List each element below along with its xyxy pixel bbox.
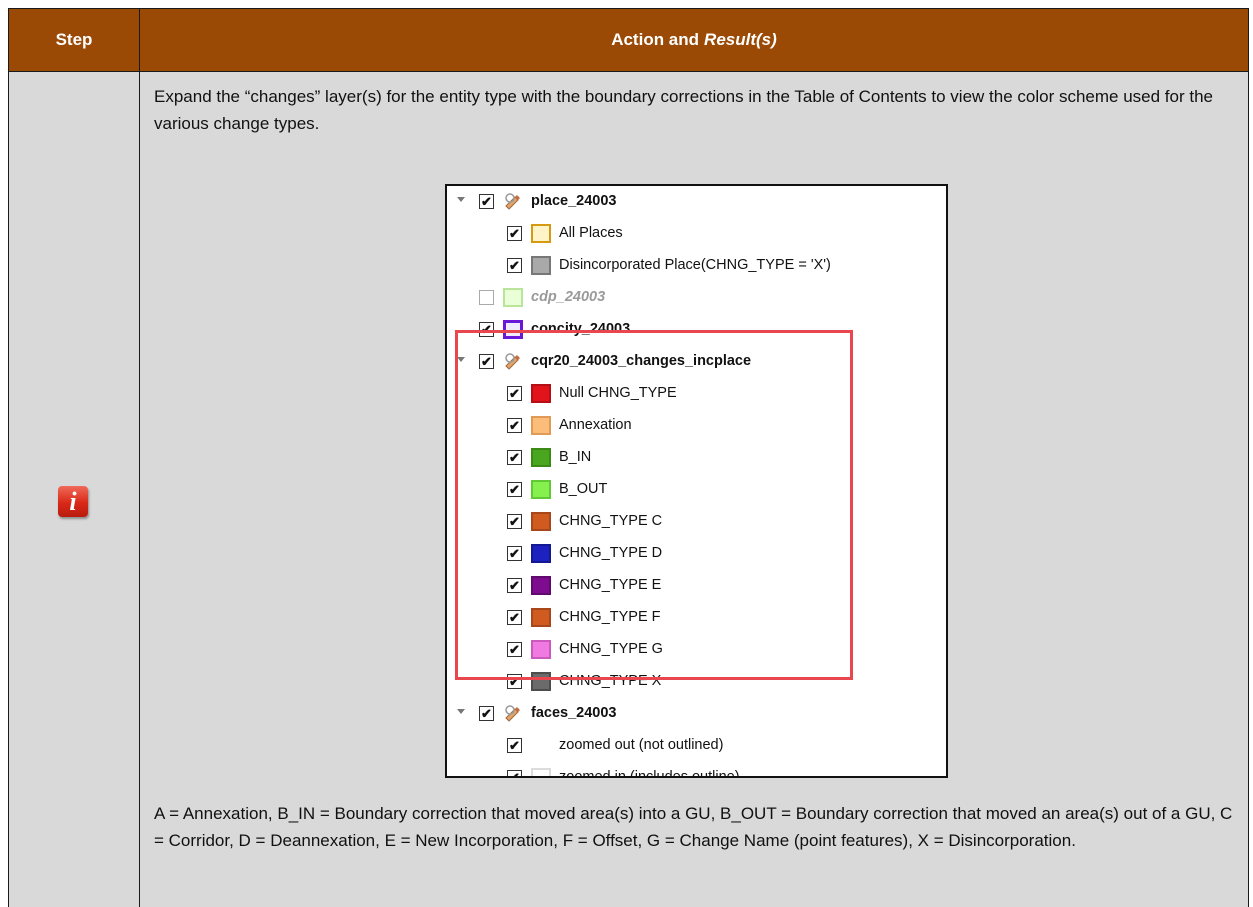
layer-visibility-checkbox[interactable]: ✔: [479, 354, 494, 369]
action-column-header: Action and Result(s): [140, 9, 1248, 71]
toc-label: concity_24003: [531, 321, 631, 337]
legend-swatch: [531, 736, 551, 755]
table-header-row: Step Action and Result(s): [9, 9, 1248, 71]
legend-swatch: [503, 288, 523, 307]
layer-visibility-checkbox[interactable]: ✔: [507, 546, 522, 561]
legend-swatch: [531, 544, 551, 563]
toc-layer-row: ✔ cqr20_24003_changes_incplace: [447, 347, 946, 379]
procedure-table: Step Action and Result(s) i Expand the “…: [8, 8, 1249, 907]
change-type-definitions: A = Annexation, B_IN = Boundary correcti…: [154, 804, 1233, 850]
toc-label: Null CHNG_TYPE: [559, 385, 677, 401]
toc-label: CHNG_TYPE G: [559, 641, 663, 657]
legend-swatch: [531, 640, 551, 659]
legend-swatch: [531, 576, 551, 595]
toc-legend-row: cdp_24003: [447, 283, 946, 315]
legend-swatch: [531, 768, 551, 776]
toc-legend-row: ✔ CHNG_TYPE C: [447, 507, 946, 539]
toc-label: B_OUT: [559, 481, 608, 497]
table-of-contents-screenshot: ✔ zoomed in (includes outline) ✔ zoomed out…: [445, 184, 948, 778]
legend-swatch: [531, 416, 551, 435]
layer-visibility-checkbox[interactable]: ✔: [507, 418, 522, 433]
layer-visibility-checkbox[interactable]: ✔: [507, 226, 522, 241]
toc-legend-row: ✔ CHNG_TYPE E: [447, 571, 946, 603]
layer-visibility-checkbox[interactable]: ✔: [479, 706, 494, 721]
layer-visibility-checkbox[interactable]: ✔: [479, 322, 494, 337]
toc-label: B_IN: [559, 449, 592, 465]
layer-visibility-checkbox[interactable]: ✔: [507, 386, 522, 401]
toc-label: CHNG_TYPE C: [559, 513, 663, 529]
toc-label: zoomed out (not outlined): [559, 737, 724, 753]
toc-legend-row: ✔ All Places: [447, 219, 946, 251]
step-header-label: Step: [55, 30, 93, 49]
layer-visibility-checkbox[interactable]: ✔: [507, 610, 522, 625]
toc-legend-row: ✔ Null CHNG_TYPE: [447, 379, 946, 411]
step-column-header: Step: [9, 9, 140, 71]
toc-label: All Places: [559, 225, 623, 241]
legend-swatch: [531, 480, 551, 499]
legend-swatch: [531, 256, 551, 275]
toc-label: CHNG_TYPE E: [559, 577, 662, 593]
toc-label: zoomed in (includes outline): [559, 769, 740, 778]
legend-swatch: [531, 512, 551, 531]
expand-arrow-icon[interactable]: [457, 709, 465, 714]
toc-legend-row: ✔ CHNG_TYPE F: [447, 603, 946, 635]
expand-arrow-icon[interactable]: [457, 197, 465, 202]
toc-legend-row: ✔ zoomed out (not outlined): [447, 731, 946, 763]
edit-layer-icon: [503, 191, 523, 211]
table-body-row: i Expand the “changes” layer(s) for the …: [9, 71, 1248, 907]
step-cell: i: [9, 72, 140, 907]
legend-swatch: [531, 384, 551, 403]
toc-legend-row: ✔ zoomed in (includes outline): [447, 763, 946, 778]
layer-visibility-checkbox[interactable]: ✔: [507, 514, 522, 529]
toc-legend-row: ✔ CHNG_TYPE X: [447, 667, 946, 699]
toc-label: cqr20_24003_changes_incplace: [531, 353, 752, 369]
action-header-label: Action and: [611, 30, 700, 49]
layer-visibility-checkbox[interactable]: ✔: [507, 738, 522, 753]
toc-label: CHNG_TYPE F: [559, 609, 661, 625]
legend-swatch: [531, 224, 551, 243]
info-icon: i: [58, 486, 88, 517]
layer-visibility-checkbox[interactable]: ✔: [507, 770, 522, 776]
toc-legend-row: ✔ concity_24003: [447, 315, 946, 347]
edit-layer-icon: [503, 703, 523, 723]
layer-visibility-checkbox[interactable]: ✔: [507, 482, 522, 497]
layer-visibility-checkbox[interactable]: ✔: [507, 642, 522, 657]
instruction-text: Expand the “changes” layer(s) for the en…: [154, 87, 1213, 133]
toc-legend-row: ✔ Disincorporated Place(CHNG_TYPE = 'X'): [447, 251, 946, 283]
toc-label: faces_24003: [531, 705, 617, 721]
expand-arrow-icon[interactable]: [457, 357, 465, 362]
toc-legend-row: ✔ Annexation: [447, 411, 946, 443]
legend-swatch: [531, 448, 551, 467]
toc-label: cdp_24003: [531, 289, 606, 305]
toc-label: Annexation: [559, 417, 632, 433]
toc-legend-row: ✔ B_OUT: [447, 475, 946, 507]
legend-swatch: [531, 672, 551, 691]
toc-legend-row: ✔ B_IN: [447, 443, 946, 475]
edit-layer-icon: [503, 351, 523, 371]
toc-layer-row: ✔ faces_24003: [447, 699, 946, 731]
toc-layer-row: ✔ place_24003: [447, 187, 946, 219]
layer-visibility-checkbox[interactable]: ✔: [507, 450, 522, 465]
toc-legend-row: ✔ CHNG_TYPE G: [447, 635, 946, 667]
layer-visibility-checkbox[interactable]: ✔: [507, 258, 522, 273]
layer-visibility-checkbox[interactable]: [479, 290, 494, 305]
layer-visibility-checkbox[interactable]: ✔: [507, 578, 522, 593]
toc-label: CHNG_TYPE X: [559, 673, 662, 689]
layer-visibility-checkbox[interactable]: ✔: [507, 674, 522, 689]
toc-legend-row: ✔ CHNG_TYPE D: [447, 539, 946, 571]
legend-swatch: [531, 608, 551, 627]
legend-swatch: [503, 320, 523, 339]
layer-visibility-checkbox[interactable]: ✔: [479, 194, 494, 209]
result-header-label: Result(s): [704, 30, 777, 49]
action-cell: Expand the “changes” layer(s) for the en…: [140, 72, 1248, 907]
toc-label: place_24003: [531, 193, 617, 209]
toc-label: Disincorporated Place(CHNG_TYPE = 'X'): [559, 257, 831, 273]
toc-label: CHNG_TYPE D: [559, 545, 663, 561]
